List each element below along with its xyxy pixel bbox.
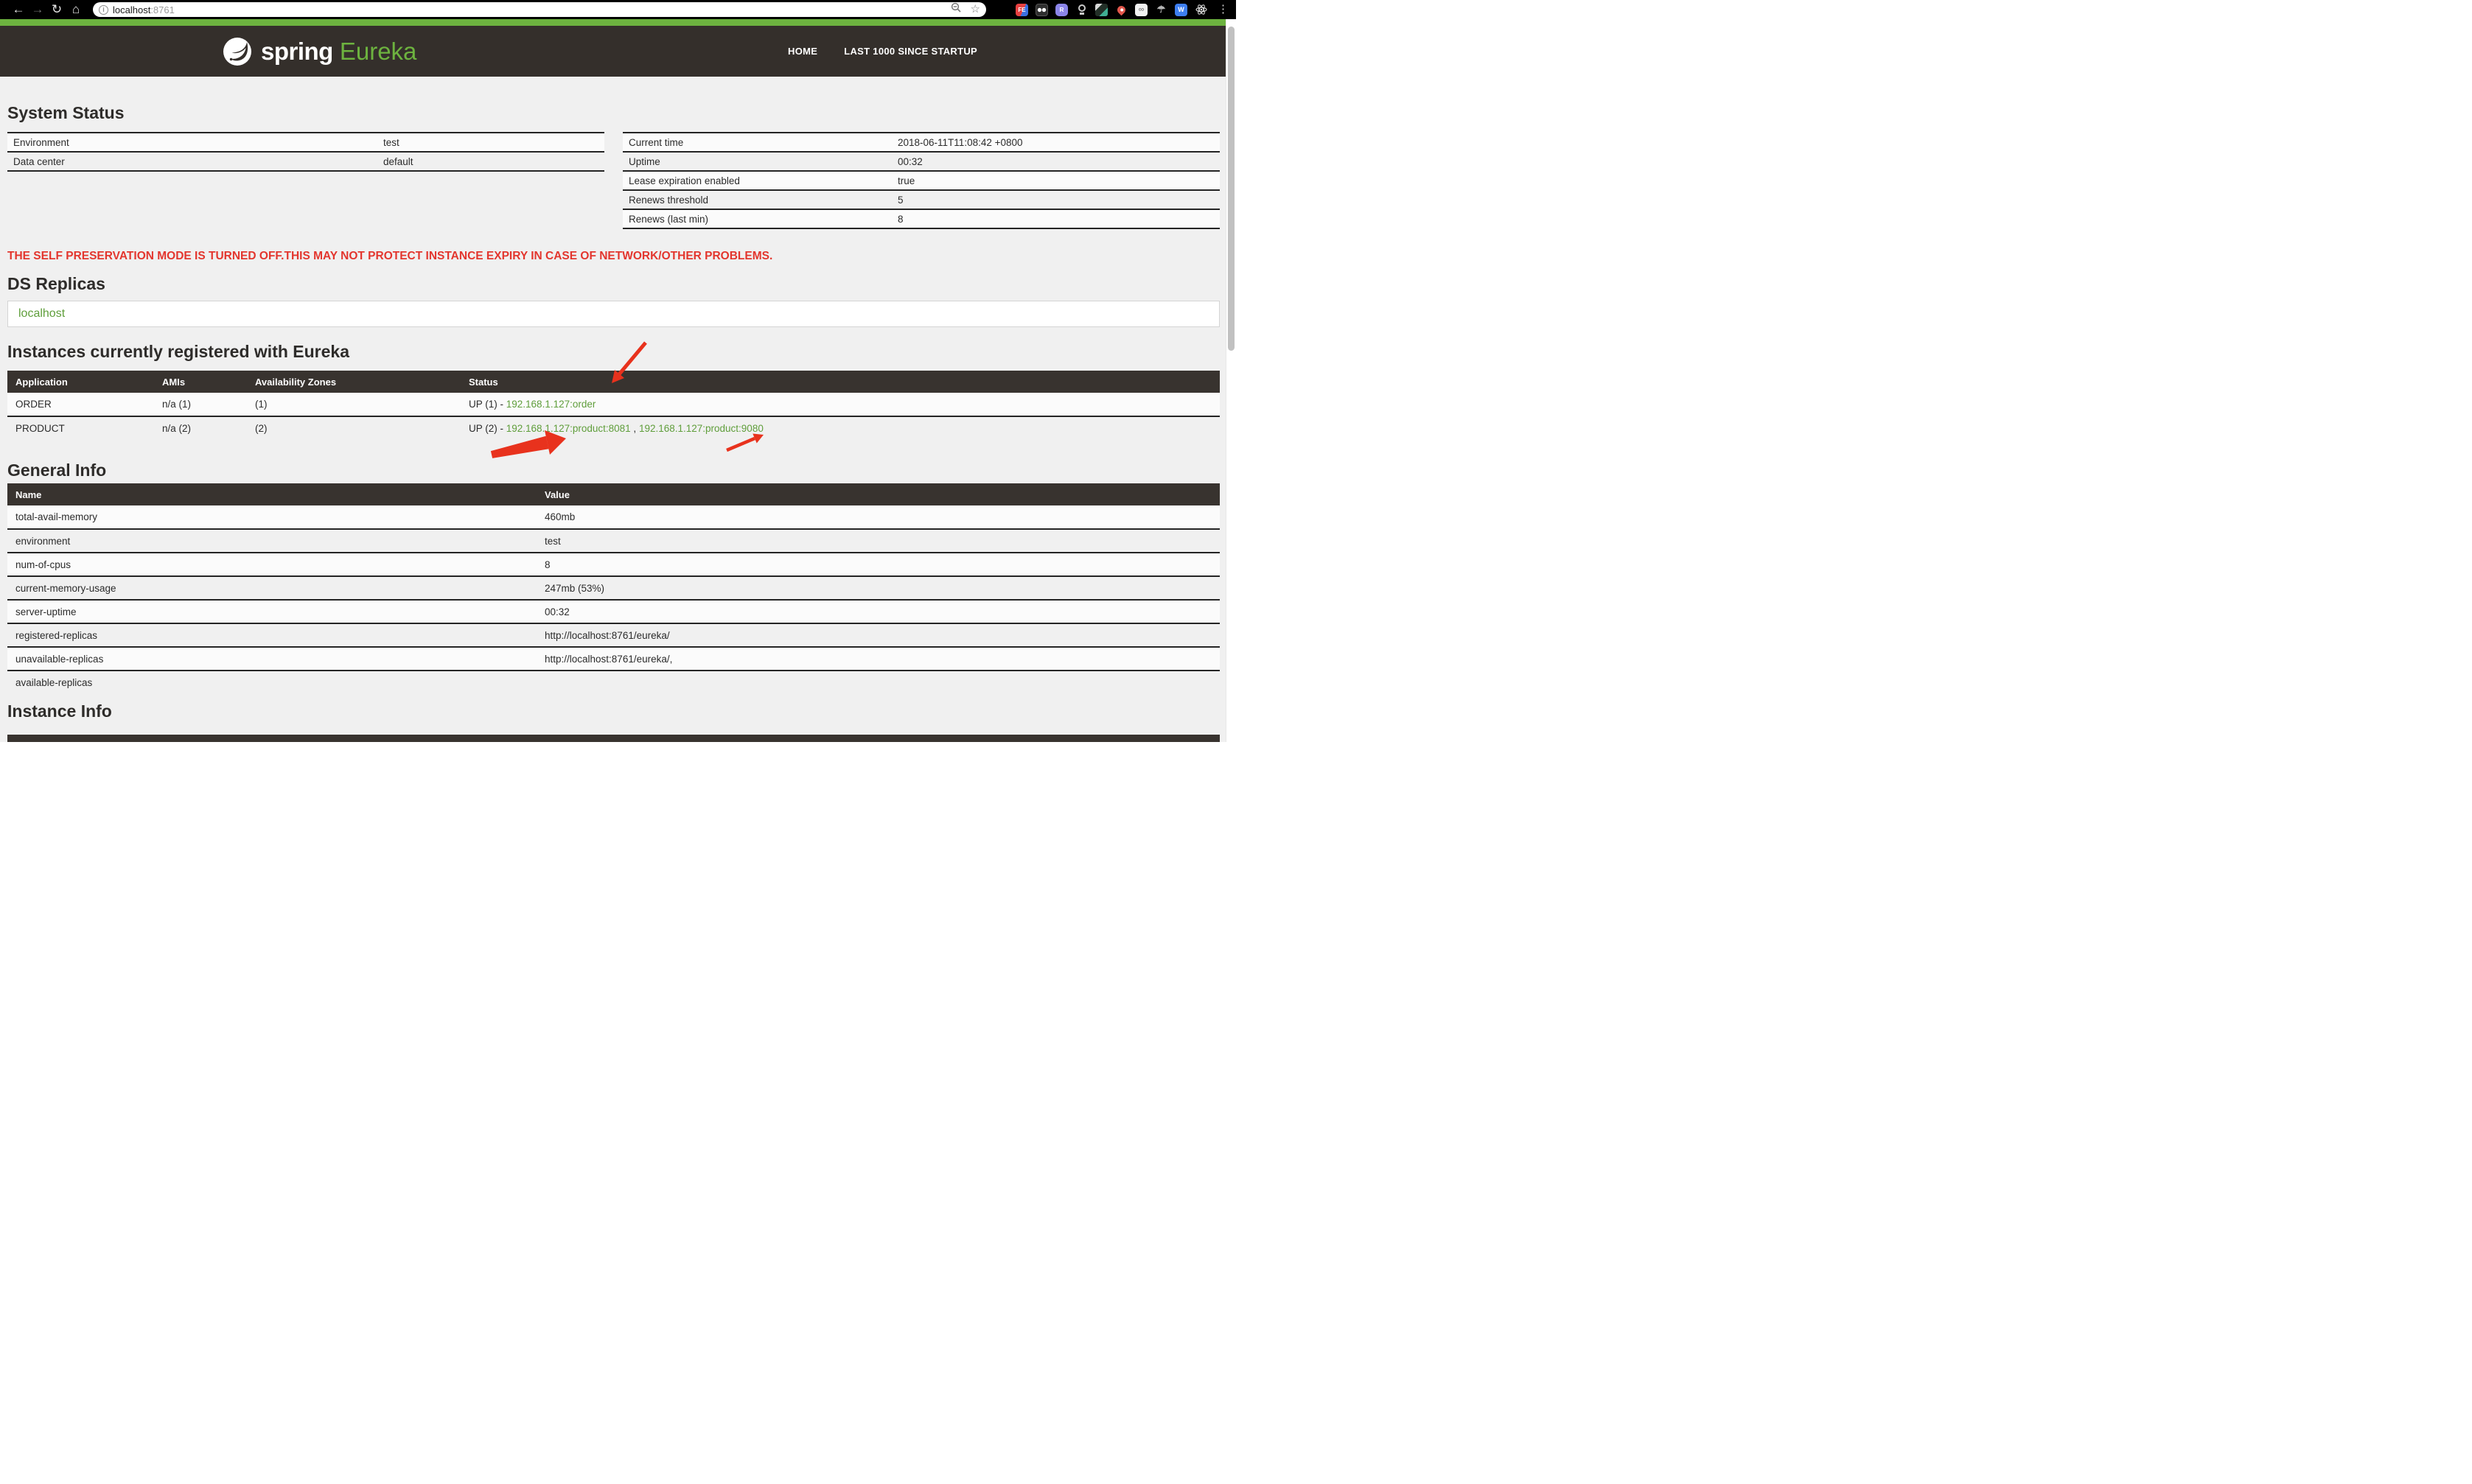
runtime-table: Current time 2018-06-11T11:08:42 +0800 U…: [623, 132, 1220, 229]
top-nav: HOME LAST 1000 SINCE STARTUP: [788, 46, 977, 57]
extension-r-hexagon-icon[interactable]: R: [1055, 3, 1068, 16]
status-prefix: UP (1) -: [469, 399, 506, 410]
system-status-tables: Environment test Data center default Cur…: [7, 132, 1220, 229]
page-content: System Status Environment test Data cent…: [0, 104, 1226, 742]
table-row: total-avail-memory 460mb: [7, 505, 1220, 530]
ds-replicas-title: DS Replicas: [7, 274, 105, 293]
table-row: PRODUCT n/a (2) (2) UP (2) - 192.168.1.1…: [15, 423, 764, 434]
table-row: Lease expiration enabled true: [623, 171, 1220, 191]
spring-leaf-logo-icon: [223, 37, 251, 66]
table-row: Current time 2018-06-11T11:08:42 +0800: [623, 132, 1220, 153]
instances-table-header: Application AMIs Availability Zones Stat…: [7, 371, 1220, 393]
address-bar[interactable]: i localhost :8761 ☆: [93, 2, 986, 17]
instance-link-product-9080[interactable]: 192.168.1.127:product:9080: [639, 423, 764, 434]
nav-last1000-link[interactable]: LAST 1000 SINCE STARTUP: [844, 46, 977, 57]
instances-table: Application AMIs Availability Zones Stat…: [7, 371, 1220, 440]
table-row: unavailable-replicas http://localhost:87…: [7, 647, 1220, 671]
system-status-title: System Status: [7, 103, 125, 122]
bookmark-star-icon[interactable]: ☆: [971, 2, 980, 17]
table-row: available-replicas: [15, 677, 93, 688]
general-info-table-header: Name Value: [7, 483, 1220, 505]
status-prefix: UP (2) -: [469, 423, 506, 434]
instance-info-table-header: [7, 735, 1220, 742]
table-row: current-memory-usage 247mb (53%): [7, 576, 1220, 601]
brand: spring Eureka: [223, 37, 416, 66]
page-viewport: spring Eureka HOME LAST 1000 SINCE START…: [0, 19, 1226, 742]
reload-button-icon[interactable]: ↻: [47, 0, 66, 19]
replica-localhost-link[interactable]: localhost: [18, 307, 65, 320]
back-button-icon[interactable]: ←: [9, 0, 28, 19]
extension-loops-icon[interactable]: ∞: [1135, 3, 1148, 16]
table-row: server-uptime 00:32: [7, 600, 1220, 624]
extension-goggles-icon[interactable]: [1036, 3, 1048, 16]
general-info-table: Name Value total-avail-memory 460mb envi…: [7, 483, 1220, 694]
page-info-icon[interactable]: i: [99, 4, 108, 15]
scrollbar-thumb[interactable]: [1228, 27, 1235, 351]
home-button-icon[interactable]: ⌂: [66, 0, 85, 19]
brand-spring-text: spring: [261, 37, 333, 65]
url-host: localhost: [113, 4, 151, 15]
table-row: Renews (last min) 8: [623, 209, 1220, 229]
extension-lightbulb-icon[interactable]: [1075, 4, 1088, 16]
general-info-title: General Info: [7, 461, 107, 480]
self-preservation-warning: THE SELF PRESERVATION MODE IS TURNED OFF…: [7, 250, 773, 262]
extension-react-icon[interactable]: [1195, 4, 1207, 16]
brand-eureka-text: Eureka: [339, 37, 417, 65]
table-row: Environment test: [7, 132, 604, 153]
browser-chrome: ← → ↻ ⌂ i localhost :8761 ☆ FE R ∞ ☂ W ⋮: [0, 0, 1236, 19]
table-row: environment test: [7, 529, 1220, 553]
table-row: Renews threshold 5: [623, 190, 1220, 210]
ds-replicas-box: localhost: [7, 301, 1220, 327]
zoom-out-icon[interactable]: [951, 2, 962, 18]
window-scrollbar[interactable]: [1226, 19, 1236, 742]
table-row: Uptime 00:32: [623, 152, 1220, 172]
table-row: registered-replicas http://localhost:876…: [7, 623, 1220, 648]
top-green-strip: [0, 19, 1226, 26]
table-row: num-of-cpus 8: [7, 553, 1220, 577]
nav-home-link[interactable]: HOME: [788, 46, 817, 57]
extension-fe-icon[interactable]: FE: [1016, 3, 1028, 16]
table-row: ORDER n/a (1) (1) UP (1) - 192.168.1.127…: [7, 393, 1220, 417]
extension-octocat-icon[interactable]: [1095, 3, 1108, 16]
extension-w-icon[interactable]: W: [1175, 3, 1187, 16]
link-separator: ,: [630, 423, 639, 434]
browser-menu-icon[interactable]: ⋮: [1218, 0, 1229, 19]
site-header: spring Eureka HOME LAST 1000 SINCE START…: [0, 26, 1226, 77]
instance-link-order[interactable]: 192.168.1.127:order: [506, 399, 596, 410]
instance-info-title: Instance Info: [7, 701, 112, 721]
table-row: Data center default: [7, 152, 604, 172]
environment-table: Environment test Data center default: [7, 132, 604, 172]
extension-parachute-icon[interactable]: ☂: [1155, 4, 1167, 16]
instance-link-product-8081[interactable]: 192.168.1.127:product:8081: [506, 423, 631, 434]
forward-button-icon[interactable]: →: [28, 0, 47, 19]
extension-map-pin-icon[interactable]: [1115, 4, 1128, 16]
instances-title: Instances currently registered with Eure…: [7, 342, 350, 361]
url-port: :8761: [150, 4, 175, 15]
